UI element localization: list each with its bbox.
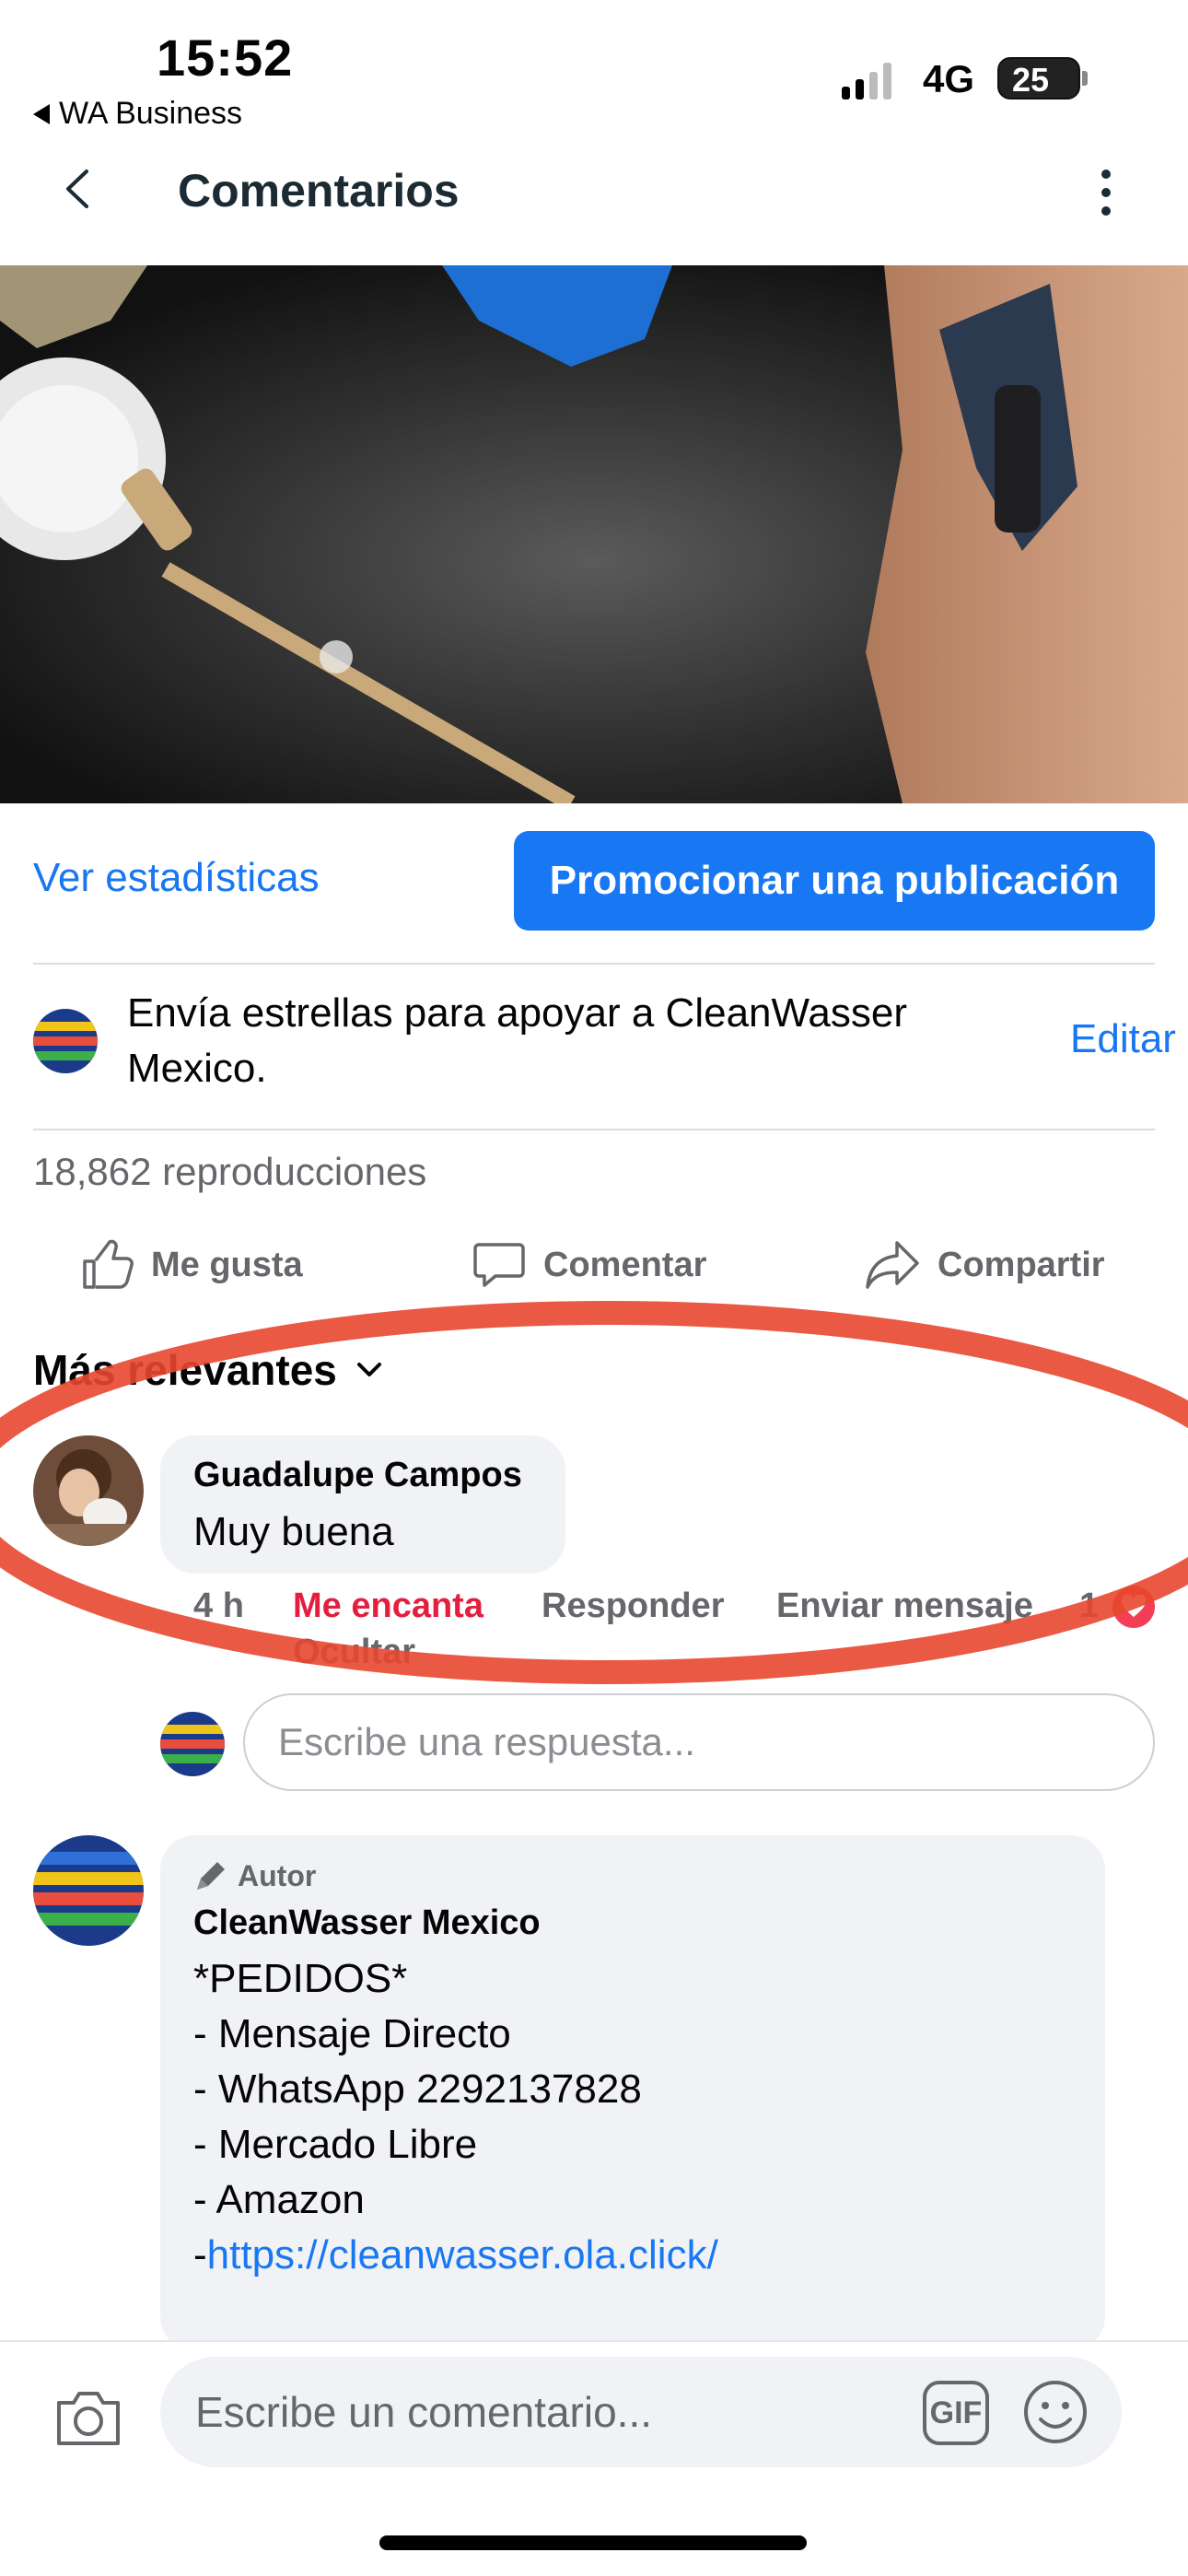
home-indicator[interactable] [379, 2535, 807, 2550]
comment-sort-dropdown[interactable]: Más relevantes [33, 1345, 383, 1395]
hide-link[interactable]: Ocultar [293, 1633, 415, 1672]
back-app-label: WA Business [59, 96, 243, 131]
divider [33, 1129, 1155, 1130]
edit-stars-link[interactable]: Editar [1070, 1016, 1176, 1062]
comment-text: Muy buena [193, 1509, 394, 1554]
speech-bubble-icon [473, 1243, 525, 1287]
comment-line: -https://cleanwasser.ola.click/ [193, 2228, 718, 2283]
reaction-count[interactable]: 1 [1079, 1587, 1099, 1626]
commenter-name[interactable]: Guadalupe Campos [193, 1456, 522, 1495]
divider [33, 963, 1155, 965]
chevron-down-icon [356, 1363, 381, 1376]
stars-promo-text: Envía estrellas para apoyar a CleanWasse… [127, 990, 907, 1091]
commenter-avatar[interactable] [33, 1435, 144, 1546]
back-triangle-icon [33, 103, 50, 124]
website-link[interactable]: https://cleanwasser.ola.click/ [207, 2232, 718, 2277]
comment-text: *PEDIDOS* - Mensaje Directo - WhatsApp 2… [193, 1951, 718, 2283]
comment-line: - Amazon [193, 2177, 365, 2222]
reply-link[interactable]: Responder [542, 1587, 724, 1626]
back-to-app-link[interactable]: WA Business [33, 96, 242, 132]
author-badge-label: Autor [238, 1859, 317, 1892]
sort-label: Más relevantes [33, 1346, 337, 1394]
like-label: Me gusta [151, 1245, 303, 1284]
video-frame-image [0, 265, 1188, 803]
comment-button[interactable]: Comentar [472, 1233, 706, 1297]
share-arrow-icon [866, 1241, 919, 1289]
view-stats-link[interactable]: Ver estadísticas [33, 855, 320, 901]
share-button[interactable]: Compartir [864, 1233, 1105, 1297]
heart-icon[interactable] [1112, 1586, 1155, 1628]
author-avatar[interactable] [33, 1835, 144, 1946]
reply-input[interactable]: Escribe una respuesta... [243, 1693, 1155, 1791]
status-time: 15:52 [157, 29, 294, 87]
thumbs-up-icon [83, 1239, 134, 1289]
cellular-signal-icon [842, 61, 891, 100]
battery-level: 25 [1012, 61, 1050, 99]
more-options-icon[interactable] [1092, 170, 1120, 216]
comment-line: - Mensaje Directo [193, 2011, 511, 2056]
comment-line: *PEDIDOS* [193, 1956, 408, 2001]
line-prefix: - [193, 2232, 207, 2277]
gif-button[interactable]: GIF [923, 2381, 989, 2445]
like-button[interactable]: Me gusta [79, 1233, 303, 1297]
love-reaction-link[interactable]: Me encanta [293, 1587, 483, 1626]
camera-icon[interactable] [52, 2381, 125, 2454]
share-label: Compartir [938, 1245, 1105, 1284]
page-avatar [160, 1712, 225, 1776]
promote-post-button[interactable]: Promocionar una publicación [514, 831, 1155, 931]
pencil-icon [197, 1861, 225, 1890]
send-message-link[interactable]: Enviar mensaje [776, 1587, 1033, 1626]
battery-icon: 25 [997, 57, 1080, 100]
emoji-icon[interactable] [1022, 2379, 1089, 2445]
comment-label: Comentar [543, 1245, 707, 1284]
page-avatar [33, 1009, 98, 1073]
battery-cap [1082, 71, 1088, 86]
author-badge: Autor [193, 1859, 316, 1893]
video-thumbnail[interactable] [0, 265, 1188, 803]
commenter-name[interactable]: CleanWasser Mexico [193, 1903, 541, 1943]
comment-line: - Mercado Libre [193, 2122, 478, 2167]
comment-line: - WhatsApp 2292137828 [193, 2067, 642, 2112]
back-chevron-icon[interactable] [55, 166, 101, 212]
network-type: 4G [923, 57, 975, 100]
view-count: 18,862 reproducciones [33, 1150, 427, 1193]
page-title: Comentarios [178, 165, 460, 217]
comment-timestamp: 4 h [193, 1587, 244, 1625]
